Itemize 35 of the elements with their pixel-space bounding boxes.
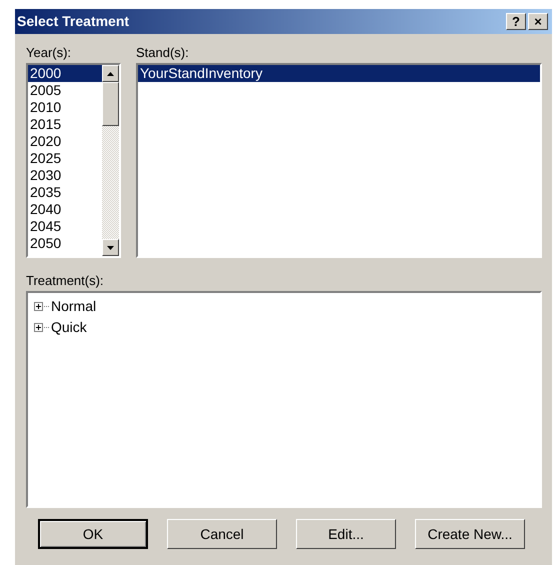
close-button[interactable]: × [528, 13, 548, 30]
list-item[interactable]: 2025 [28, 150, 102, 167]
list-item[interactable]: 2015 [28, 116, 102, 133]
list-item[interactable]: 2020 [28, 133, 102, 150]
scrollbar[interactable] [102, 65, 119, 256]
stands-list[interactable]: YourStandInventory [136, 63, 542, 258]
scroll-thumb[interactable] [102, 82, 119, 126]
list-item[interactable]: 2040 [28, 201, 102, 218]
plus-box-icon[interactable] [34, 323, 43, 332]
list-item[interactable]: YourStandInventory [138, 65, 540, 82]
dialog-button[interactable]: Create New... [415, 519, 525, 549]
dialog-button[interactable]: Cancel [167, 519, 277, 549]
list-item[interactable]: 2045 [28, 218, 102, 235]
list-item[interactable]: 2035 [28, 184, 102, 201]
list-item[interactable]: 2010 [28, 99, 102, 116]
down-arrow-icon [107, 246, 114, 250]
list-item[interactable]: 2005 [28, 82, 102, 99]
window-title: Select Treatment [17, 12, 130, 31]
list-item[interactable]: 2000 [28, 65, 102, 82]
list-item[interactable]: 2030 [28, 167, 102, 184]
help-button[interactable]: ? [506, 13, 526, 30]
years-label: Year(s): [26, 44, 72, 62]
stands-label: Stand(s): [136, 44, 190, 62]
tree-item[interactable]: Normal [51, 298, 96, 315]
list-item[interactable]: 2050 [28, 235, 102, 252]
treatments-label: Treatment(s): [26, 272, 105, 290]
years-list[interactable]: 2000 2005 2010 2015 2020 2025 2030 2035 2040 2045 2050 [26, 63, 121, 258]
plus-box-icon[interactable] [34, 302, 43, 311]
scroll-down-button[interactable] [102, 239, 119, 256]
dialog-button[interactable]: OK [38, 519, 148, 549]
up-arrow-icon [107, 72, 114, 76]
dialog-button[interactable]: Edit... [296, 519, 396, 549]
treatments-tree[interactable]: Normal Quick [26, 291, 542, 508]
tree-item[interactable]: Quick [51, 319, 87, 336]
scroll-up-button[interactable] [102, 65, 119, 82]
